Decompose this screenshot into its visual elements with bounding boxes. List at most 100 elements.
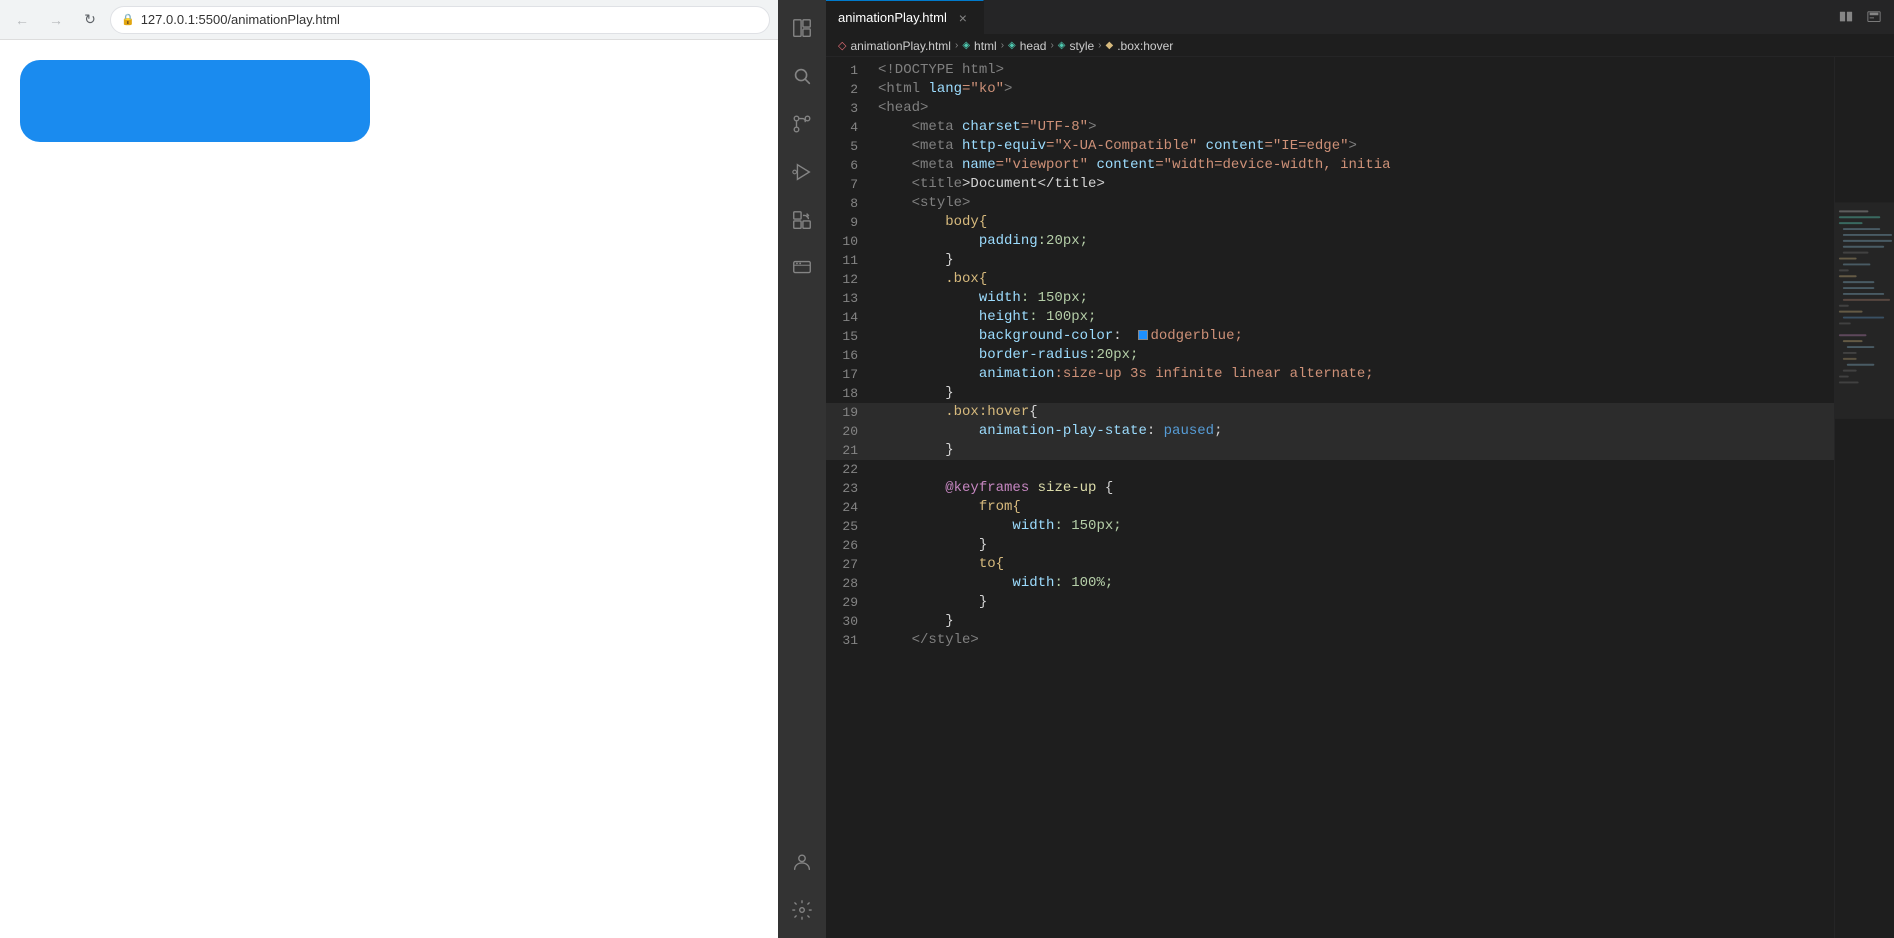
line-content: border-radius:20px; [874, 346, 1834, 365]
line-content: <head> [874, 99, 1834, 118]
code-line[interactable]: 30 } [826, 612, 1834, 631]
line-content: <meta charset="UTF-8"> [874, 118, 1834, 137]
code-line[interactable]: 31 </style> [826, 631, 1834, 650]
code-line[interactable]: 20 animation-play-state: paused; [826, 422, 1834, 441]
address-bar[interactable]: 🔒 127.0.0.1:5500/animationPlay.html [110, 6, 770, 34]
code-line[interactable]: 26 } [826, 536, 1834, 555]
line-content: height: 100px; [874, 308, 1834, 327]
code-line[interactable]: 2<html lang="ko"> [826, 80, 1834, 99]
code-line[interactable]: 27 to{ [826, 555, 1834, 574]
code-line[interactable]: 22 [826, 460, 1834, 479]
refresh-icon: ↻ [84, 11, 96, 28]
sidebar-item-remote[interactable] [778, 244, 826, 292]
line-content: <style> [874, 194, 1834, 213]
line-number: 19 [826, 403, 874, 422]
line-number: 23 [826, 479, 874, 498]
back-icon: ← [15, 12, 29, 28]
sidebar-item-explorer[interactable] [778, 4, 826, 52]
line-number: 11 [826, 251, 874, 270]
sidebar-item-account[interactable] [778, 838, 826, 886]
code-line[interactable]: 29 } [826, 593, 1834, 612]
line-number: 5 [826, 137, 874, 156]
line-number: 27 [826, 555, 874, 574]
code-line[interactable]: 13 width: 150px; [826, 289, 1834, 308]
line-number: 1 [826, 61, 874, 80]
sidebar-item-search[interactable] [778, 52, 826, 100]
breadcrumb-file-label: animationPlay.html [850, 39, 951, 53]
tab-close-button[interactable]: × [955, 10, 971, 26]
code-line[interactable]: 7 <title>Document</title> [826, 175, 1834, 194]
code-line[interactable]: 18 } [826, 384, 1834, 403]
code-line[interactable]: 9 body{ [826, 213, 1834, 232]
code-line[interactable]: 19 .box:hover{ [826, 403, 1834, 422]
code-line[interactable]: 28 width: 100%; [826, 574, 1834, 593]
code-line[interactable]: 21 } [826, 441, 1834, 460]
line-number: 10 [826, 232, 874, 251]
code-line[interactable]: 10 padding:20px; [826, 232, 1834, 251]
breadcrumb-html-icon: ◈ [962, 40, 970, 51]
line-content: } [874, 536, 1834, 555]
editor-tab[interactable]: animationPlay.html × [826, 0, 984, 34]
code-line[interactable]: 15 background-color: dodgerblue; [826, 327, 1834, 346]
sidebar-item-source-control[interactable] [778, 100, 826, 148]
line-content [874, 460, 1834, 479]
sidebar-item-extensions[interactable] [778, 196, 826, 244]
activity-bar [778, 0, 826, 938]
line-content: <title>Document</title> [874, 175, 1834, 194]
line-number: 18 [826, 384, 874, 403]
breadcrumb-selector[interactable]: ◆ .box:hover [1106, 39, 1174, 53]
code-line[interactable]: 14 height: 100px; [826, 308, 1834, 327]
tab-actions [1826, 0, 1894, 34]
breadcrumb-sep-4: › [1098, 40, 1101, 51]
forward-button[interactable]: → [42, 6, 70, 34]
split-editor-button[interactable] [1834, 5, 1858, 29]
sidebar-item-settings[interactable] [778, 886, 826, 934]
code-line[interactable]: 3<head> [826, 99, 1834, 118]
editor-area: animationPlay.html × [826, 0, 1894, 938]
line-content: padding:20px; [874, 232, 1834, 251]
line-content: </style> [874, 631, 1834, 650]
breadcrumb-style-label: style [1069, 39, 1094, 53]
line-content: } [874, 593, 1834, 612]
line-number: 30 [826, 612, 874, 631]
line-number: 31 [826, 631, 874, 650]
browser-pane: ← → ↻ 🔒 127.0.0.1:5500/animationPlay.htm… [0, 0, 778, 938]
code-line[interactable]: 5 <meta http-equiv="X-UA-Compatible" con… [826, 137, 1834, 156]
code-editor[interactable]: 1<!DOCTYPE html>2<html lang="ko">3<head>… [826, 57, 1834, 938]
line-content: } [874, 251, 1834, 270]
animated-box [20, 60, 370, 142]
code-line[interactable]: 17 animation:size-up 3s infinite linear … [826, 365, 1834, 384]
code-line[interactable]: 1<!DOCTYPE html> [826, 61, 1834, 80]
line-content: background-color: dodgerblue; [874, 327, 1834, 346]
code-line[interactable]: 25 width: 150px; [826, 517, 1834, 536]
line-content: <meta http-equiv="X-UA-Compatible" conte… [874, 137, 1834, 156]
line-number: 21 [826, 441, 874, 460]
back-button[interactable]: ← [8, 6, 36, 34]
code-line[interactable]: 12 .box{ [826, 270, 1834, 289]
code-line[interactable]: 24 from{ [826, 498, 1834, 517]
line-number: 12 [826, 270, 874, 289]
code-line[interactable]: 16 border-radius:20px; [826, 346, 1834, 365]
line-content: width: 150px; [874, 289, 1834, 308]
breadcrumb-file[interactable]: ◇ animationPlay.html [838, 39, 951, 53]
line-number: 7 [826, 175, 874, 194]
breadcrumb-head[interactable]: ◈ head [1008, 39, 1046, 53]
line-content: .box{ [874, 270, 1834, 289]
breadcrumb-style[interactable]: ◈ style [1058, 39, 1094, 53]
breadcrumb-html[interactable]: ◈ html [962, 39, 996, 53]
refresh-button[interactable]: ↻ [76, 6, 104, 34]
code-line[interactable]: 23 @keyframes size-up { [826, 479, 1834, 498]
line-number: 14 [826, 308, 874, 327]
breadcrumb-html-label: html [974, 39, 997, 53]
minimap [1834, 57, 1894, 938]
sidebar-item-run[interactable] [778, 148, 826, 196]
line-content: } [874, 384, 1834, 403]
line-number: 13 [826, 289, 874, 308]
line-content: from{ [874, 498, 1834, 517]
code-line[interactable]: 4 <meta charset="UTF-8"> [826, 118, 1834, 137]
code-line[interactable]: 11 } [826, 251, 1834, 270]
code-line[interactable]: 8 <style> [826, 194, 1834, 213]
line-number: 4 [826, 118, 874, 137]
code-line[interactable]: 6 <meta name="viewport" content="width=d… [826, 156, 1834, 175]
more-actions-button[interactable] [1862, 5, 1886, 29]
